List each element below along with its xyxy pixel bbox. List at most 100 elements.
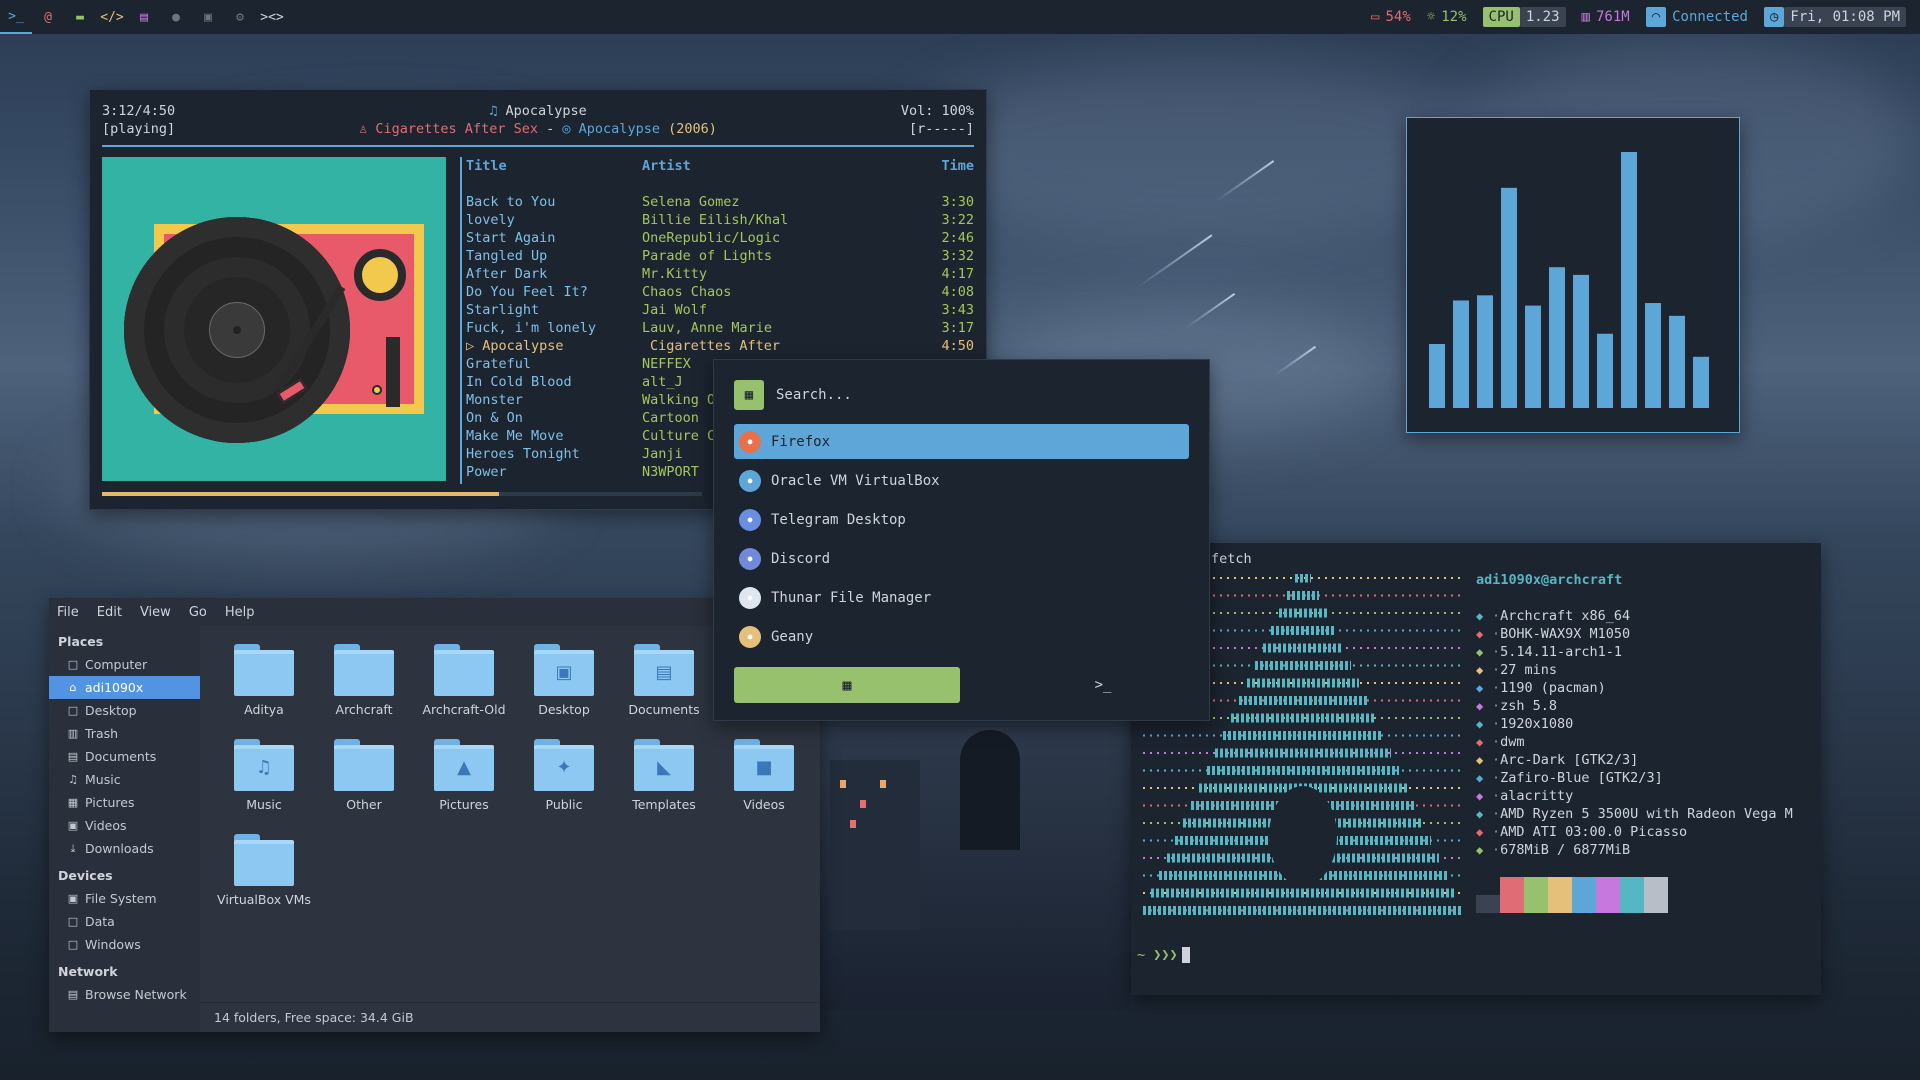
cpu-module[interactable]: CPU 1.23 — [1475, 0, 1574, 34]
memory-module[interactable]: ▥ 761M — [1574, 0, 1638, 34]
playlist-track[interactable]: Back to You Selena Gomez 3:30 — [466, 193, 974, 211]
folder-item[interactable]: Archcraft-Old — [414, 640, 514, 735]
playlist-track[interactable]: lovely Billie Eilish/Khal 3:22 — [466, 211, 974, 229]
sidebar-item-label: Pictures — [85, 795, 135, 810]
app-item[interactable]: ● Firefox — [734, 424, 1189, 459]
playlist-track[interactable]: Tangled Up Parade of Lights 3:32 — [466, 247, 974, 265]
track-artist: Parade of Lights — [642, 248, 773, 264]
clock-module[interactable]: ◷ Fri, 01:08 PM — [1756, 0, 1920, 34]
menu-item-go[interactable]: Go — [189, 605, 207, 620]
info-row: ◆ · 27 mins — [1476, 661, 1793, 679]
menu-item-file[interactable]: File — [57, 605, 79, 620]
folder-item[interactable]: Other — [314, 735, 414, 830]
info-row: ◆ · zsh 5.8 — [1476, 697, 1793, 715]
track-title: ▷ Apocalypse — [466, 338, 564, 354]
folder-item[interactable]: VirtualBox VMs — [214, 830, 314, 925]
progress-track[interactable] — [102, 492, 702, 496]
folder-emblem-icon: ▲ — [457, 757, 471, 778]
sidebar-item[interactable]: ⤓ Downloads — [49, 837, 200, 860]
gpu-icon: ◆ — [1476, 825, 1484, 839]
now-playing-year: (2006) — [668, 121, 717, 137]
folder-item[interactable]: ■ Videos — [714, 735, 814, 830]
sidebar-item[interactable]: ▤ Documents — [49, 745, 200, 768]
playlist-track[interactable]: Start Again OneRepublic/Logic 2:46 — [466, 229, 974, 247]
brightness-module[interactable]: ☼ 12% — [1419, 0, 1475, 34]
workspace-button[interactable]: ▬ — [64, 0, 96, 34]
sidebar-item[interactable]: ▤ Browse Network — [49, 983, 200, 1006]
folder-emblem-icon: ♫ — [255, 757, 273, 778]
playlist-track[interactable]: Fuck, i'm lonely Lauv, Anne Marie 3:17 — [466, 319, 974, 337]
folder-item[interactable]: ▣ Desktop — [514, 640, 614, 735]
sidebar-item[interactable]: ▥ Trash — [49, 722, 200, 745]
battery-module[interactable]: ▭ 54% — [1363, 0, 1419, 34]
menu-item-help[interactable]: Help — [225, 605, 255, 620]
workspace-button[interactable]: ▣ — [192, 0, 224, 34]
workspace-button[interactable]: ><> — [256, 0, 288, 34]
sidebar-item[interactable]: □ Computer — [49, 653, 200, 676]
network-list: ▤ Browse Network — [49, 983, 200, 1006]
workspace-button[interactable]: ⚙ — [224, 0, 256, 34]
sidebar-item[interactable]: ♫ Music — [49, 768, 200, 791]
sidebar-item[interactable]: ▦ Pictures — [49, 791, 200, 814]
app-item[interactable]: ● Geany — [734, 619, 1189, 654]
folder-item[interactable]: ◣ Templates — [614, 735, 714, 830]
network-module[interactable]: ◠ Connected — [1638, 0, 1756, 34]
player-header: 3:12/4:50 [playing] ♫ Apocalypse ♙ Cigar… — [102, 102, 974, 142]
info-separator: · — [1492, 806, 1501, 822]
app-item[interactable]: ● Telegram Desktop — [734, 502, 1189, 537]
shell-prompt[interactable]: ~ ❯❯❯ — [1137, 947, 1190, 963]
visualizer-bar — [1501, 187, 1517, 408]
info-row: ◆ · BOHK-WAX9X M1050 — [1476, 625, 1793, 643]
sidebar-item[interactable]: ▣ Videos — [49, 814, 200, 837]
folder-item[interactable]: ♫ Music — [214, 735, 314, 830]
sidebar-item[interactable]: ⌂ adi1090x — [49, 676, 200, 699]
sidebar-item[interactable]: □ Data — [49, 910, 200, 933]
workspace-button[interactable]: ● — [160, 0, 192, 34]
file-manager-window[interactable]: File Edit View Go Help Places □ Computer ⌂ adi1… — [49, 598, 820, 1032]
workspace-button[interactable]: @ — [32, 0, 64, 34]
terminal-window[interactable]: fetch adi1090x@archcraft ◆ · Archcraft x8… — [1131, 543, 1821, 995]
sidebar-item-label: Windows — [85, 937, 141, 952]
track-time: 4:17 — [941, 266, 974, 282]
playlist-track[interactable]: ▷ Apocalypse Cigarettes After 4:50 — [466, 337, 974, 355]
color-swatch — [1644, 877, 1668, 913]
audio-visualizer-window[interactable] — [1406, 117, 1740, 433]
app-item[interactable]: ● Thunar File Manager — [734, 580, 1189, 615]
app-label: Firefox — [771, 433, 831, 450]
sidebar-item[interactable]: □ Desktop — [49, 699, 200, 722]
playlist-track[interactable]: Starlight Jai Wolf 3:43 — [466, 301, 974, 319]
mode-apps-button[interactable]: ▦ — [734, 667, 960, 703]
info-row: ◆ · 1190 (pacman) — [1476, 679, 1793, 697]
book-icon: ▤ — [140, 9, 148, 25]
videos-icon: ▣ — [67, 819, 79, 832]
search-input[interactable]: Search... — [776, 387, 852, 403]
track-title: Do You Feel It? — [466, 284, 588, 300]
firefox-icon: ● — [739, 430, 761, 453]
mode-run-button[interactable]: >_ — [1038, 667, 1168, 703]
workspace-button[interactable]: ▤ — [128, 0, 160, 34]
app-item[interactable]: ● Discord — [734, 541, 1189, 576]
playlist-track[interactable]: Do You Feel It? Chaos Chaos 4:08 — [466, 283, 974, 301]
folder-item[interactable]: ▲ Pictures — [414, 735, 514, 830]
sidebar-item[interactable]: ▣ File System — [49, 887, 200, 910]
app-item[interactable]: ● Oracle VM VirtualBox — [734, 463, 1189, 498]
track-artist: Chaos Chaos — [642, 284, 732, 300]
menu-item-view[interactable]: View — [140, 605, 171, 620]
folder-item[interactable]: ✦ Public — [514, 735, 614, 830]
workspace-button[interactable]: </> — [96, 0, 128, 34]
progress-fill — [102, 492, 500, 496]
visualizer-bar — [1477, 295, 1493, 408]
workspace-button[interactable]: >_ — [0, 0, 32, 34]
folder-item[interactable]: Archcraft — [314, 640, 414, 735]
search-bar[interactable]: ▦ Search... — [734, 380, 852, 410]
playlist-track[interactable]: After Dark Mr.Kitty 4:17 — [466, 265, 974, 283]
folder-item[interactable]: ▤ Documents — [614, 640, 714, 735]
menu-item-edit[interactable]: Edit — [97, 605, 122, 620]
network-icon: ▤ — [67, 988, 79, 1001]
folder-label: Pictures — [439, 797, 489, 812]
folder-item[interactable]: Aditya — [214, 640, 314, 735]
info-separator: · — [1492, 734, 1501, 750]
sidebar-item[interactable]: □ Windows — [49, 933, 200, 956]
app-launcher[interactable]: ▦ Search... ● Firefox ● Oracle VM VirtualBo… — [713, 359, 1210, 721]
virtualbox-icon: ● — [739, 469, 761, 492]
